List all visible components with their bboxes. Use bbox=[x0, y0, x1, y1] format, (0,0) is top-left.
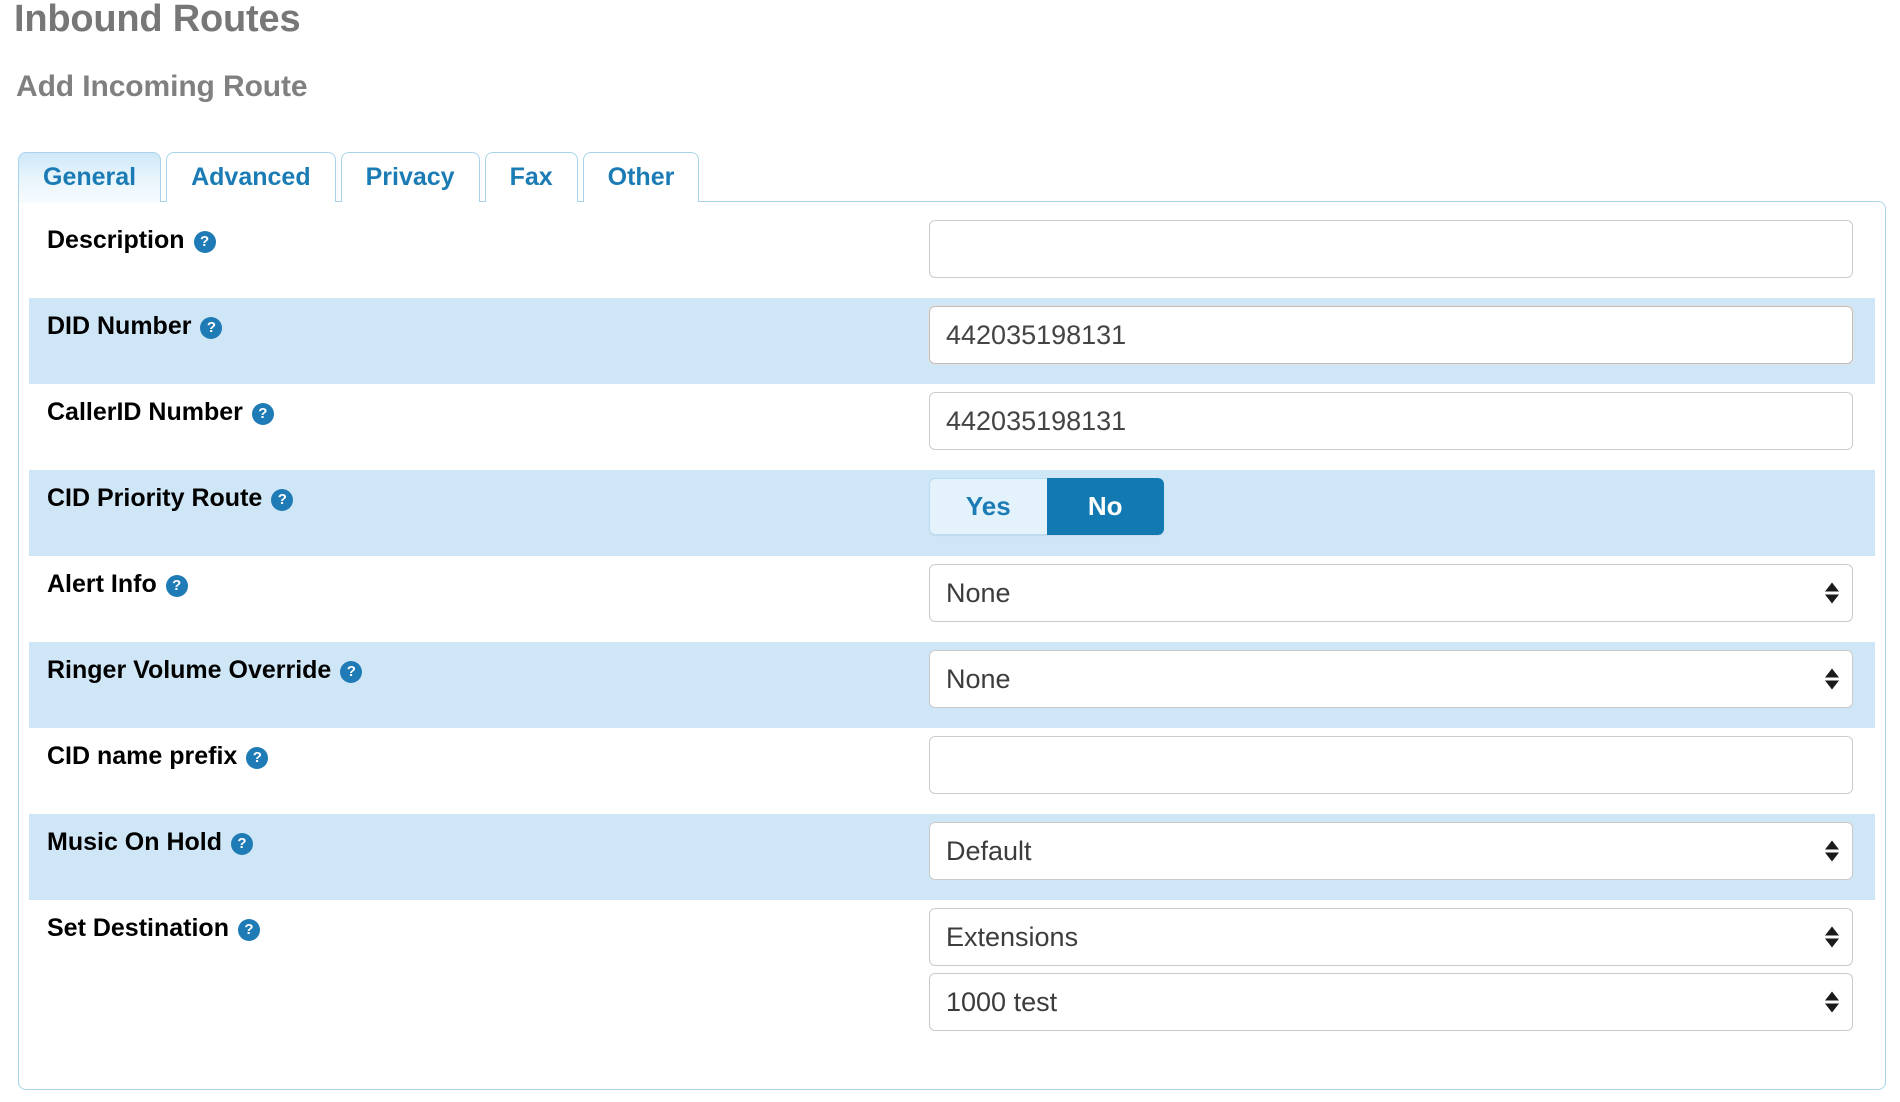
form-rows: Description?DID Number?CallerID Number?C… bbox=[19, 202, 1885, 1039]
section-subtitle: Add Incoming Route bbox=[16, 70, 308, 104]
form-row-callerid-number: CallerID Number? bbox=[29, 384, 1875, 470]
form-row-music-on-hold: Music On Hold?Default bbox=[29, 814, 1875, 900]
cid-priority-route-option-no[interactable]: No bbox=[1047, 478, 1165, 535]
form-control-cell-description bbox=[929, 212, 1875, 286]
form-row-alert-info: Alert Info?None bbox=[29, 556, 1875, 642]
tab-privacy[interactable]: Privacy bbox=[341, 152, 480, 202]
form-label-cell-did-number: DID Number? bbox=[29, 298, 929, 341]
help-icon-set-destination[interactable]: ? bbox=[238, 919, 260, 941]
tab-other[interactable]: Other bbox=[583, 152, 700, 202]
help-icon-cid-name-prefix[interactable]: ? bbox=[246, 747, 268, 769]
help-icon-cid-priority-route[interactable]: ? bbox=[271, 489, 293, 511]
form-row-cid-name-prefix: CID name prefix? bbox=[29, 728, 1875, 814]
set-destination-select[interactable]: Extensions bbox=[929, 908, 1853, 966]
tab-general[interactable]: General bbox=[18, 152, 161, 202]
label-did-number: DID Number bbox=[47, 312, 191, 341]
music-on-hold-select-value[interactable]: Default bbox=[929, 822, 1853, 880]
form-row-did-number: DID Number? bbox=[29, 298, 1875, 384]
tab-fax[interactable]: Fax bbox=[485, 152, 578, 202]
form-label-cell-callerid-number: CallerID Number? bbox=[29, 384, 929, 427]
form-row-description: Description? bbox=[29, 212, 1875, 298]
form-row-set-destination: Set Destination?Extensions1000 test bbox=[29, 900, 1875, 1039]
help-icon-music-on-hold[interactable]: ? bbox=[231, 833, 253, 855]
cid-priority-route-toggle: YesNo bbox=[929, 478, 1164, 535]
help-icon-alert-info[interactable]: ? bbox=[166, 575, 188, 597]
did-number-input[interactable] bbox=[929, 306, 1853, 364]
form-label-cell-cid-priority-route: CID Priority Route? bbox=[29, 470, 929, 513]
form-control-cell-music-on-hold: Default bbox=[929, 814, 1875, 888]
help-icon-description[interactable]: ? bbox=[194, 231, 216, 253]
form-label-cell-description: Description? bbox=[29, 212, 929, 255]
form-control-cell-did-number bbox=[929, 298, 1875, 372]
label-cid-name-prefix: CID name prefix bbox=[47, 742, 237, 771]
general-tab-panel: Description?DID Number?CallerID Number?C… bbox=[18, 201, 1886, 1090]
tab-bar: GeneralAdvancedPrivacyFaxOther bbox=[18, 152, 704, 202]
form-label-cell-cid-name-prefix: CID name prefix? bbox=[29, 728, 929, 771]
callerid-number-input[interactable] bbox=[929, 392, 1853, 450]
form-label-cell-alert-info: Alert Info? bbox=[29, 556, 929, 599]
description-input[interactable] bbox=[929, 220, 1853, 278]
form-row-ringer-volume-override: Ringer Volume Override?None bbox=[29, 642, 1875, 728]
help-icon-did-number[interactable]: ? bbox=[200, 317, 222, 339]
tab-advanced[interactable]: Advanced bbox=[166, 152, 335, 202]
help-icon-callerid-number[interactable]: ? bbox=[252, 403, 274, 425]
alert-info-select-value[interactable]: None bbox=[929, 564, 1853, 622]
alert-info-select[interactable]: None bbox=[929, 564, 1853, 622]
cid-priority-route-option-yes[interactable]: Yes bbox=[929, 478, 1047, 535]
music-on-hold-select[interactable]: Default bbox=[929, 822, 1853, 880]
label-callerid-number: CallerID Number bbox=[47, 398, 243, 427]
form-control-cell-set-destination: Extensions 1000 test bbox=[929, 900, 1875, 1039]
form-control-cell-cid-priority-route: YesNo bbox=[929, 470, 1875, 543]
ringer-volume-override-select-value[interactable]: None bbox=[929, 650, 1853, 708]
cid-name-prefix-input[interactable] bbox=[929, 736, 1853, 794]
label-description: Description bbox=[47, 226, 185, 255]
form-control-cell-callerid-number bbox=[929, 384, 1875, 458]
form-label-cell-set-destination: Set Destination? bbox=[29, 900, 929, 943]
label-ringer-volume-override: Ringer Volume Override bbox=[47, 656, 331, 685]
label-music-on-hold: Music On Hold bbox=[47, 828, 222, 857]
page-title: Inbound Routes bbox=[14, 0, 300, 41]
form-control-cell-ringer-volume-override: None bbox=[929, 642, 1875, 716]
form-control-cell-cid-name-prefix bbox=[929, 728, 1875, 802]
inbound-routes-page: Inbound Routes Add Incoming Route Genera… bbox=[0, 0, 1900, 1102]
form-control-cell-alert-info: None bbox=[929, 556, 1875, 630]
label-cid-priority-route: CID Priority Route bbox=[47, 484, 262, 513]
label-alert-info: Alert Info bbox=[47, 570, 157, 599]
label-set-destination: Set Destination bbox=[47, 914, 229, 943]
help-icon-ringer-volume-override[interactable]: ? bbox=[340, 661, 362, 683]
form-row-cid-priority-route: CID Priority Route?YesNo bbox=[29, 470, 1875, 556]
set-destination-select-value[interactable]: Extensions bbox=[929, 908, 1853, 966]
ringer-volume-override-select[interactable]: None bbox=[929, 650, 1853, 708]
form-label-cell-ringer-volume-override: Ringer Volume Override? bbox=[29, 642, 929, 685]
form-label-cell-music-on-hold: Music On Hold? bbox=[29, 814, 929, 857]
set-destination-target-select-value[interactable]: 1000 test bbox=[929, 973, 1853, 1031]
set-destination-target-select[interactable]: 1000 test bbox=[929, 973, 1853, 1031]
